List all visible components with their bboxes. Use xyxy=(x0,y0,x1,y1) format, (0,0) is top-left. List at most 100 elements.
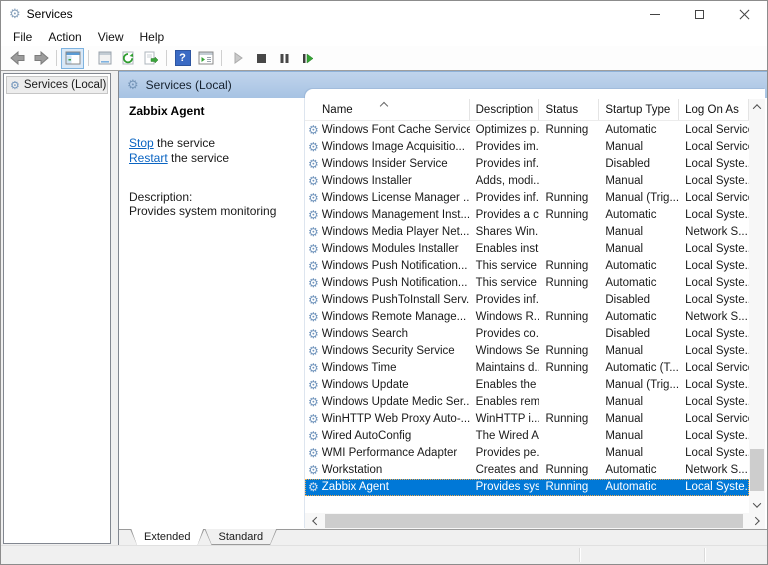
restart-service-button[interactable] xyxy=(295,48,318,69)
service-row[interactable]: ⚙WMI Performance AdapterProvides pe...Ma… xyxy=(305,445,749,462)
vertical-scrollbar[interactable] xyxy=(749,99,765,513)
horizontal-scrollbar-thumb[interactable] xyxy=(325,514,743,528)
service-row[interactable]: ⚙WinHTTP Web Proxy Auto-...WinHTTP i...R… xyxy=(305,411,749,428)
maximize-button[interactable] xyxy=(677,1,722,27)
menu-help[interactable]: Help xyxy=(132,28,173,46)
column-header-description[interactable]: Description xyxy=(470,99,540,120)
service-gear-icon: ⚙ xyxy=(308,275,319,292)
service-name-text: Windows Management Inst... xyxy=(322,207,470,224)
cell-name: ⚙Windows Security Service xyxy=(305,343,470,360)
properties-button[interactable] xyxy=(93,48,116,69)
cell-log-on-as: Local Syste... xyxy=(679,173,749,190)
menu-file[interactable]: File xyxy=(5,28,40,46)
service-row[interactable]: ⚙Windows Modules InstallerEnables inst..… xyxy=(305,241,749,258)
cell-startup-type: Automatic xyxy=(599,207,679,224)
scroll-up-button[interactable] xyxy=(749,99,765,115)
service-row[interactable]: ⚙Windows Font Cache ServiceOptimizes p..… xyxy=(305,122,749,139)
minimize-button[interactable] xyxy=(632,1,677,27)
restart-service-line: Restart the service xyxy=(129,151,301,166)
tree-item-services-local[interactable]: ⚙ Services (Local) xyxy=(6,76,108,94)
cell-startup-type: Disabled xyxy=(599,156,679,173)
service-row[interactable]: ⚙Windows Push Notification...This servic… xyxy=(305,258,749,275)
properties-icon xyxy=(97,50,113,66)
pause-service-button[interactable] xyxy=(272,48,295,69)
restart-service-link[interactable]: Restart xyxy=(129,151,168,165)
toolbar: ? xyxy=(1,46,767,71)
service-row[interactable]: ⚙Windows Insider ServiceProvides inf...D… xyxy=(305,156,749,173)
show-action-pane-button[interactable] xyxy=(194,48,217,69)
tab-standard[interactable]: Standard xyxy=(204,529,277,545)
service-name-text: Windows Push Notification... xyxy=(322,258,468,275)
scroll-left-button[interactable] xyxy=(307,513,323,529)
service-row[interactable]: ⚙Windows TimeMaintains d...RunningAutoma… xyxy=(305,360,749,377)
horizontal-scrollbar[interactable] xyxy=(305,513,765,529)
column-header-log-on-as-label: Log On As xyxy=(685,104,739,116)
service-gear-icon: ⚙ xyxy=(308,411,319,428)
cell-log-on-as: Local Service xyxy=(679,411,749,428)
service-row[interactable]: ⚙Windows Remote Manage...Windows R...Run… xyxy=(305,309,749,326)
cell-description: Maintains d... xyxy=(470,360,540,377)
column-header-startup-type[interactable]: Startup Type xyxy=(599,99,679,120)
chevron-down-icon xyxy=(753,499,761,507)
service-row[interactable]: ⚙Windows UpdateEnables the ...Manual (Tr… xyxy=(305,377,749,394)
scroll-down-button[interactable] xyxy=(749,497,765,513)
cell-startup-type: Manual xyxy=(599,139,679,156)
stop-service-button[interactable] xyxy=(249,48,272,69)
service-row[interactable]: ⚙Wired AutoConfigThe Wired A...ManualLoc… xyxy=(305,428,749,445)
tab-extended[interactable]: Extended xyxy=(130,529,204,545)
service-row[interactable]: ⚙Windows Media Player Net...Shares Win..… xyxy=(305,224,749,241)
service-gear-icon: ⚙ xyxy=(308,292,319,309)
service-row[interactable]: ⚙Windows Image Acquisitio...Provides im.… xyxy=(305,139,749,156)
service-row[interactable]: ⚙Windows License Manager ...Provides inf… xyxy=(305,190,749,207)
service-row[interactable]: ⚙Windows Push Notification...This servic… xyxy=(305,275,749,292)
chevron-right-icon xyxy=(751,517,759,525)
cell-description: Windows Se... xyxy=(470,343,540,360)
cell-name: ⚙Wired AutoConfig xyxy=(305,428,470,445)
close-button[interactable] xyxy=(722,1,767,27)
export-list-button[interactable] xyxy=(139,48,162,69)
tree-item-label: Services (Local) xyxy=(24,79,106,91)
service-name-text: Windows Font Cache Service xyxy=(322,122,470,139)
service-row[interactable]: ⚙Windows SearchProvides co...DisabledLoc… xyxy=(305,326,749,343)
scroll-right-button[interactable] xyxy=(749,513,765,529)
panel-header-title: Services (Local) xyxy=(146,78,232,92)
cell-log-on-as: Local Service xyxy=(679,122,749,139)
service-row[interactable]: ⚙Windows Update Medic Ser...Enables rem.… xyxy=(305,394,749,411)
cell-description: Provides inf... xyxy=(470,190,540,207)
refresh-button[interactable] xyxy=(116,48,139,69)
cell-name: ⚙Windows Remote Manage... xyxy=(305,309,470,326)
cell-startup-type: Disabled xyxy=(599,326,679,343)
start-service-button[interactable] xyxy=(226,48,249,69)
service-row[interactable]: ⚙Windows InstallerAdds, modi...ManualLoc… xyxy=(305,173,749,190)
service-gear-icon: ⚙ xyxy=(308,224,319,241)
column-header-log-on-as[interactable]: Log On As xyxy=(679,99,749,120)
cell-log-on-as: Local Syste... xyxy=(679,258,749,275)
service-gear-icon: ⚙ xyxy=(308,377,319,394)
column-header-status[interactable]: Status xyxy=(539,99,599,120)
cell-startup-type: Disabled xyxy=(599,292,679,309)
column-header-name[interactable]: Name xyxy=(305,99,470,120)
service-row[interactable]: ⚙Windows PushToInstall Serv...Provides i… xyxy=(305,292,749,309)
cell-log-on-as: Local Syste... xyxy=(679,394,749,411)
description-label: Description: xyxy=(129,190,301,204)
cell-status xyxy=(539,394,599,411)
service-row[interactable]: ⚙WorkstationCreates and...RunningAutomat… xyxy=(305,462,749,479)
menu-view[interactable]: View xyxy=(90,28,132,46)
service-row[interactable]: ⚙Zabbix AgentProvides sys...RunningAutom… xyxy=(305,479,749,496)
cell-log-on-as: Local Syste... xyxy=(679,479,749,496)
cell-name: ⚙Windows PushToInstall Serv... xyxy=(305,292,470,309)
service-name-text: Windows License Manager ... xyxy=(322,190,470,207)
vertical-scrollbar-thumb[interactable] xyxy=(750,449,764,491)
forward-button[interactable] xyxy=(29,48,52,69)
stop-service-link[interactable]: Stop xyxy=(129,136,154,150)
menu-action[interactable]: Action xyxy=(40,28,89,46)
service-row[interactable]: ⚙Windows Security ServiceWindows Se...Ru… xyxy=(305,343,749,360)
chevron-left-icon xyxy=(312,517,320,525)
service-row[interactable]: ⚙Windows Management Inst...Provides a c.… xyxy=(305,207,749,224)
cell-startup-type: Automatic (T... xyxy=(599,360,679,377)
back-button[interactable] xyxy=(6,48,29,69)
minimize-icon xyxy=(650,14,660,15)
show-console-tree-button[interactable] xyxy=(61,48,84,69)
service-name-text: Windows Image Acquisitio... xyxy=(322,139,465,156)
help-button[interactable]: ? xyxy=(171,48,194,69)
